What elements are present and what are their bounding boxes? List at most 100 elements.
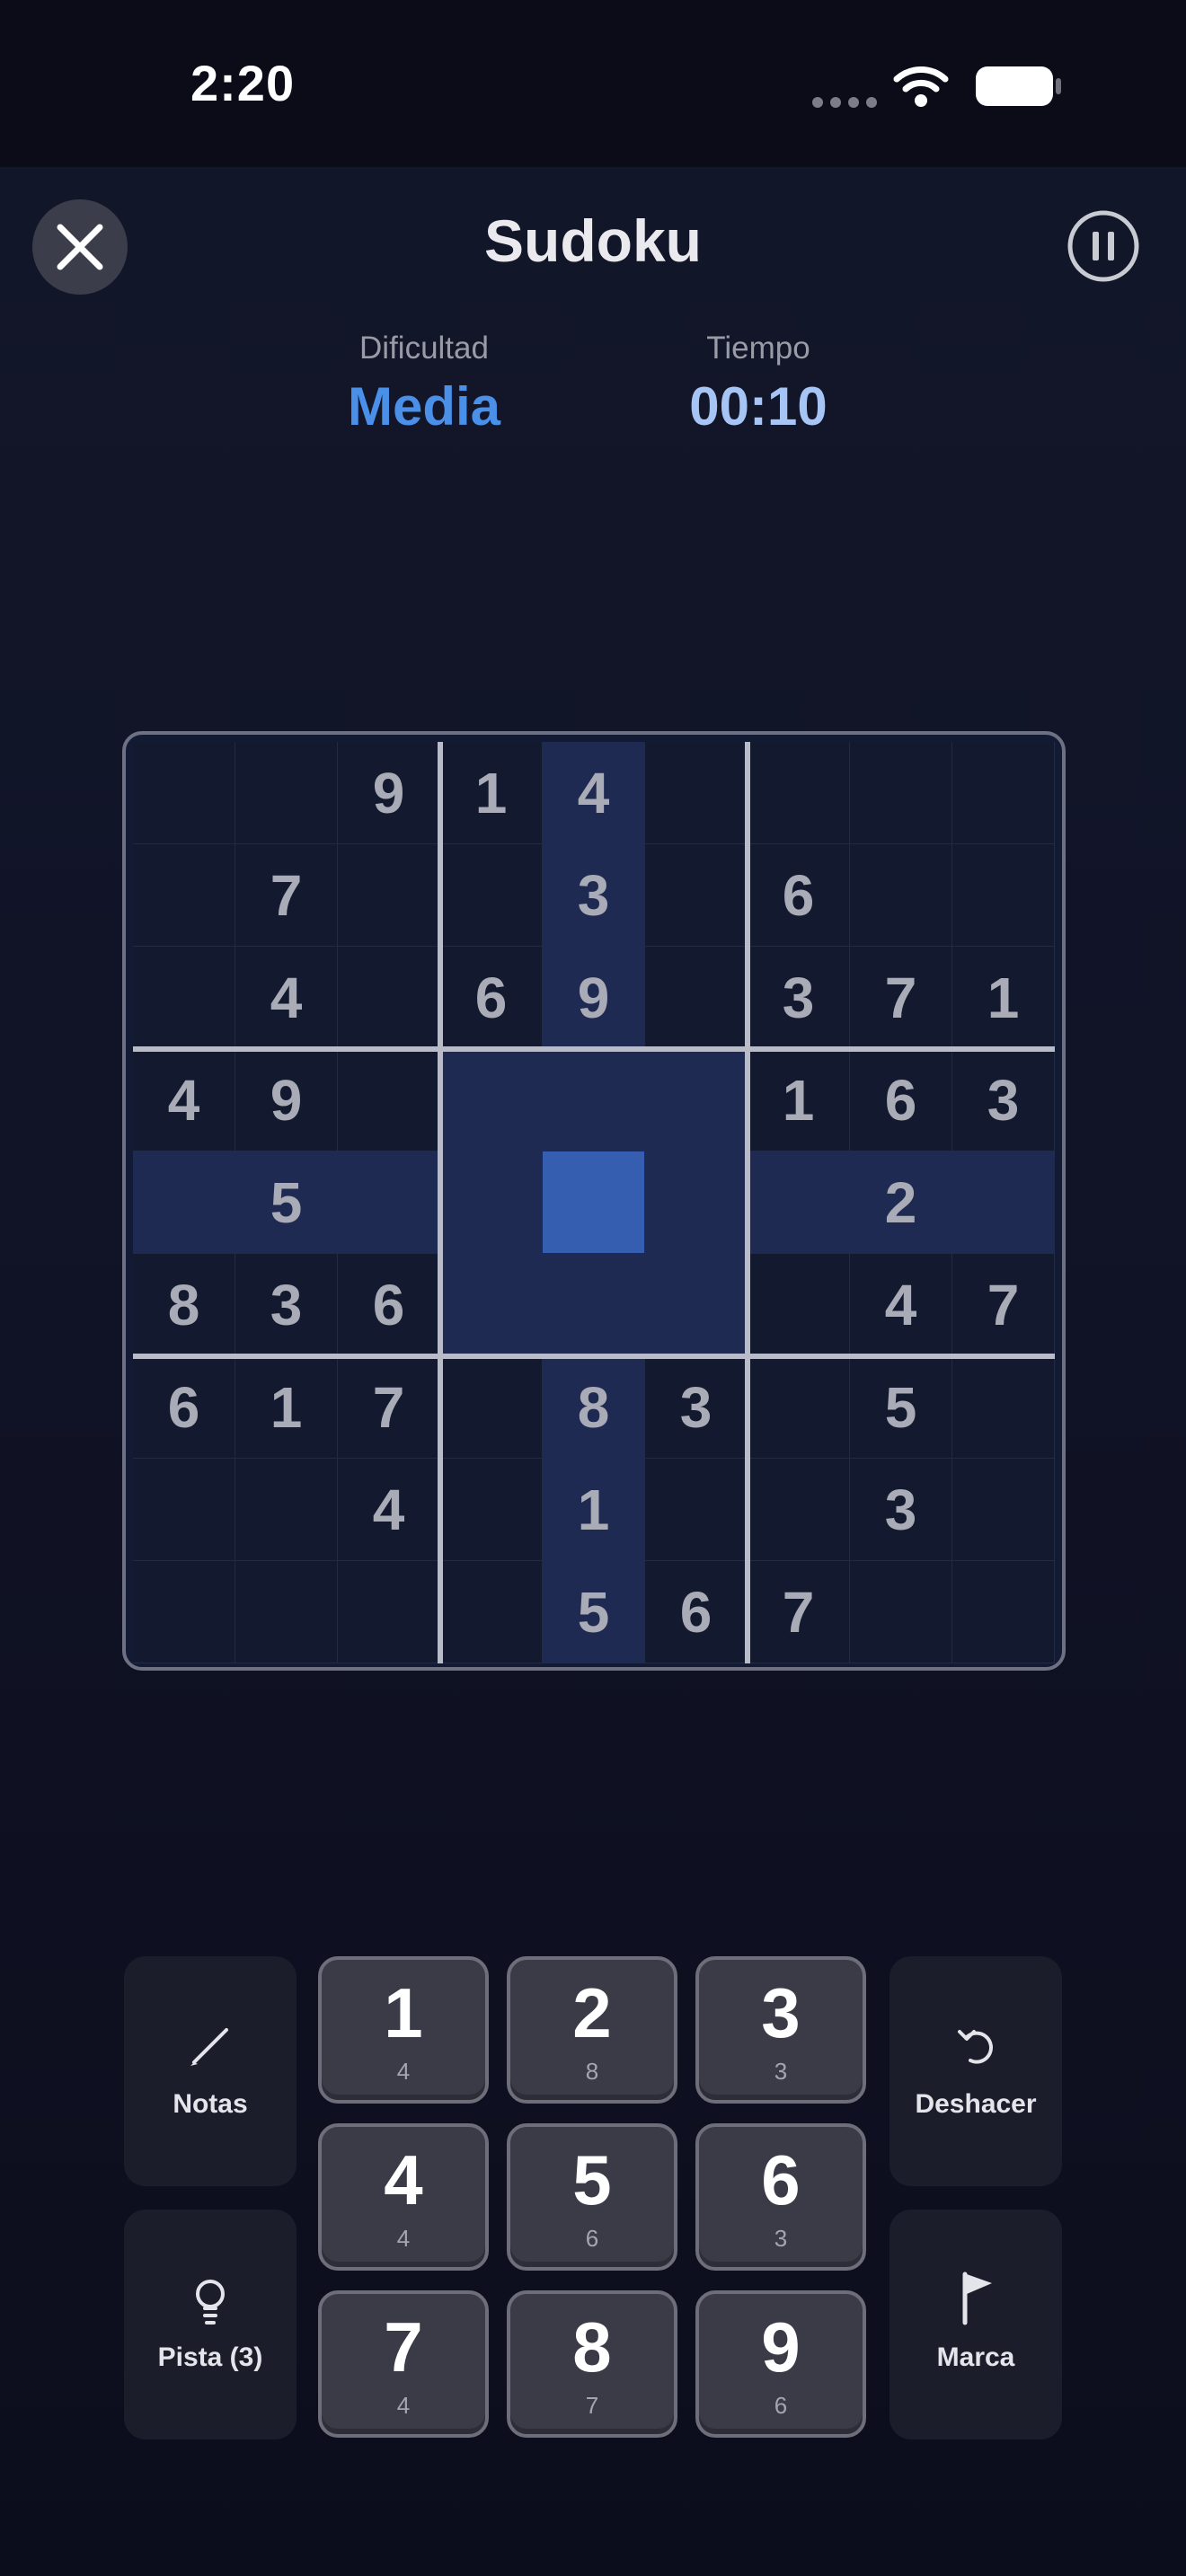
board-cell-r2-c1[interactable] [133, 844, 235, 947]
board-cell-r7-c9[interactable] [952, 1356, 1055, 1459]
board-cell-r8-c1[interactable] [133, 1459, 235, 1561]
board-cell-r1-c8[interactable] [850, 742, 952, 844]
board-cell-r9-c2[interactable] [235, 1561, 338, 1663]
board-cell-r4-c3[interactable] [338, 1049, 440, 1151]
board-cell-r8-c4[interactable] [440, 1459, 543, 1561]
board-cell-r5-c4[interactable] [440, 1151, 543, 1254]
board-cell-r9-c9[interactable] [952, 1561, 1055, 1663]
board-cell-r9-c7[interactable]: 7 [748, 1561, 850, 1663]
board-cell-r8-c8[interactable]: 3 [850, 1459, 952, 1561]
board-cell-r1-c4[interactable]: 1 [440, 742, 543, 844]
board-cell-r7-c1[interactable]: 6 [133, 1356, 235, 1459]
board-cell-r7-c8[interactable]: 5 [850, 1356, 952, 1459]
board-cell-r6-c6[interactable] [645, 1254, 748, 1356]
number-key-7[interactable]: 74 [318, 2290, 489, 2438]
board-cell-r3-c6[interactable] [645, 947, 748, 1049]
notes-button[interactable]: Notas [124, 1956, 296, 2186]
board-cell-r8-c2[interactable] [235, 1459, 338, 1561]
number-key-3[interactable]: 33 [695, 1956, 866, 2104]
board-cell-r3-c2[interactable]: 4 [235, 947, 338, 1049]
board-cell-r5-c1[interactable] [133, 1151, 235, 1254]
board-cell-r6-c2[interactable]: 3 [235, 1254, 338, 1356]
hint-button[interactable]: Pista (3) [124, 2210, 296, 2439]
board-cell-r5-c6[interactable] [645, 1151, 748, 1254]
board-cell-r4-c8[interactable]: 6 [850, 1049, 952, 1151]
board-cell-r3-c4[interactable]: 6 [440, 947, 543, 1049]
board-cell-r8-c9[interactable] [952, 1459, 1055, 1561]
board-cell-r5-c8[interactable]: 2 [850, 1151, 952, 1254]
board-cell-r1-c5[interactable]: 4 [543, 742, 645, 844]
board-cell-r3-c5[interactable]: 9 [543, 947, 645, 1049]
board-cell-r3-c7[interactable]: 3 [748, 947, 850, 1049]
board-cell-r9-c8[interactable] [850, 1561, 952, 1663]
signal-dots-icon [812, 97, 877, 108]
board-cell-r7-c7[interactable] [748, 1356, 850, 1459]
board-cell-r4-c1[interactable]: 4 [133, 1049, 235, 1151]
board-cell-r6-c5[interactable] [543, 1254, 645, 1356]
board-cell-r9-c3[interactable] [338, 1561, 440, 1663]
board-cell-r6-c7[interactable] [748, 1254, 850, 1356]
undo-icon [958, 2030, 993, 2064]
hint-label: Pista (3) [157, 2342, 263, 2372]
board-cell-r3-c1[interactable] [133, 947, 235, 1049]
board-cell-r6-c9[interactable]: 7 [952, 1254, 1055, 1356]
board-cell-r1-c1[interactable] [133, 742, 235, 844]
key-remaining-count: 4 [396, 2225, 411, 2252]
board-cell-r9-c4[interactable] [440, 1561, 543, 1663]
board-cell-r1-c2[interactable] [235, 742, 338, 844]
board-cell-r2-c8[interactable] [850, 844, 952, 947]
board-cell-r7-c6[interactable]: 3 [645, 1356, 748, 1459]
number-key-5[interactable]: 56 [507, 2123, 677, 2271]
board-cell-r3-c3[interactable] [338, 947, 440, 1049]
board-cell-r1-c6[interactable] [645, 742, 748, 844]
board-cell-r7-c5[interactable]: 8 [543, 1356, 645, 1459]
board-cell-r8-c6[interactable] [645, 1459, 748, 1561]
board-cell-r1-c9[interactable] [952, 742, 1055, 844]
board-cell-r4-c7[interactable]: 1 [748, 1049, 850, 1151]
board-cell-r3-c8[interactable]: 7 [850, 947, 952, 1049]
board-cell-r7-c4[interactable] [440, 1356, 543, 1459]
board-cell-r4-c5[interactable] [543, 1049, 645, 1151]
board-cell-r6-c3[interactable]: 6 [338, 1254, 440, 1356]
pause-button[interactable] [1066, 208, 1141, 284]
board-cell-r4-c6[interactable] [645, 1049, 748, 1151]
board-cell-r4-c4[interactable] [440, 1049, 543, 1151]
board-cell-r6-c8[interactable]: 4 [850, 1254, 952, 1356]
board-cell-r4-c2[interactable]: 9 [235, 1049, 338, 1151]
close-button[interactable] [32, 199, 128, 295]
board-cell-r1-c3[interactable]: 9 [338, 742, 440, 844]
board-cell-r2-c5[interactable]: 3 [543, 844, 645, 947]
board-cell-r4-c9[interactable]: 3 [952, 1049, 1055, 1151]
board-cell-r7-c2[interactable]: 1 [235, 1356, 338, 1459]
board-cell-r2-c3[interactable] [338, 844, 440, 947]
board-cell-r9-c5[interactable]: 5 [543, 1561, 645, 1663]
board-cell-r2-c9[interactable] [952, 844, 1055, 947]
board-cell-r6-c4[interactable] [440, 1254, 543, 1356]
board-cell-r8-c7[interactable] [748, 1459, 850, 1561]
board-cell-r2-c2[interactable]: 7 [235, 844, 338, 947]
board-cell-r8-c3[interactable]: 4 [338, 1459, 440, 1561]
board-cell-r5-c2[interactable]: 5 [235, 1151, 338, 1254]
board-cell-r3-c9[interactable]: 1 [952, 947, 1055, 1049]
board-cell-r5-c5[interactable] [543, 1151, 645, 1254]
mark-button[interactable]: Marca [890, 2210, 1062, 2439]
board-cell-r5-c9[interactable] [952, 1151, 1055, 1254]
undo-button[interactable]: Deshacer [890, 1956, 1062, 2186]
board-cell-r2-c7[interactable]: 6 [748, 844, 850, 947]
board-cell-r2-c4[interactable] [440, 844, 543, 947]
number-key-8[interactable]: 87 [507, 2290, 677, 2438]
number-key-4[interactable]: 44 [318, 2123, 489, 2271]
board-cell-r7-c3[interactable]: 7 [338, 1356, 440, 1459]
number-key-2[interactable]: 28 [507, 1956, 677, 2104]
number-key-9[interactable]: 96 [695, 2290, 866, 2438]
board-cell-r5-c3[interactable] [338, 1151, 440, 1254]
board-cell-r5-c7[interactable] [748, 1151, 850, 1254]
board-cell-r8-c5[interactable]: 1 [543, 1459, 645, 1561]
board-cell-r9-c6[interactable]: 6 [645, 1561, 748, 1663]
board-cell-r6-c1[interactable]: 8 [133, 1254, 235, 1356]
board-cell-r2-c6[interactable] [645, 844, 748, 947]
board-cell-r1-c7[interactable] [748, 742, 850, 844]
board-cell-r9-c1[interactable] [133, 1561, 235, 1663]
number-key-6[interactable]: 63 [695, 2123, 866, 2271]
number-key-1[interactable]: 14 [318, 1956, 489, 2104]
